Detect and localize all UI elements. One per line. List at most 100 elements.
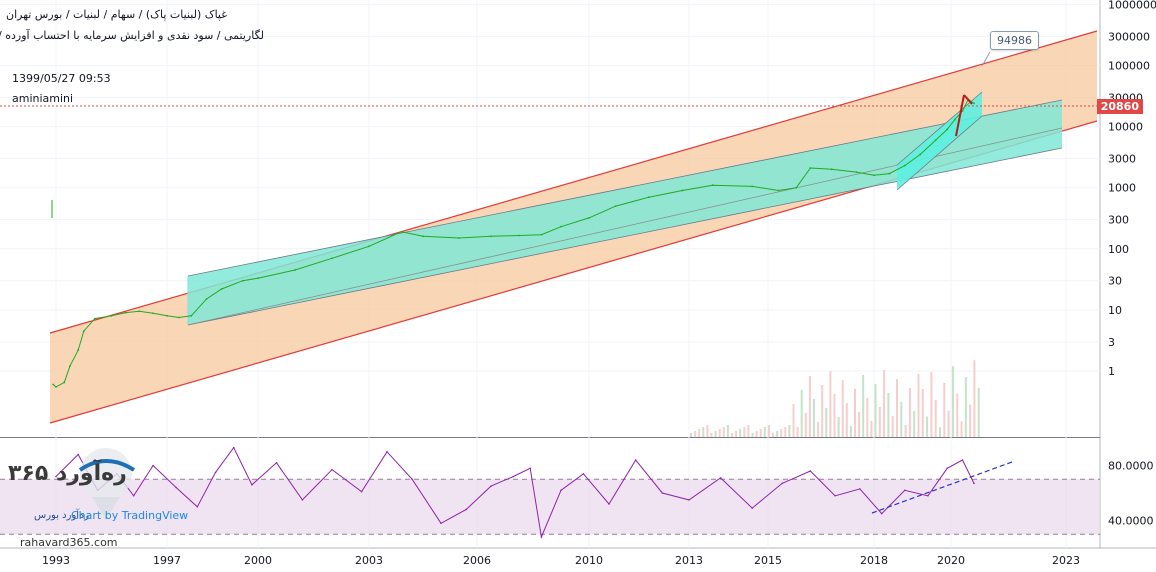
chart-title: غپاک (لبنیات پاک) / سهام / لبنیات / بورس… — [6, 8, 227, 21]
price-point — [82, 330, 85, 332]
price-point — [540, 233, 543, 236]
rsi-point — [411, 478, 414, 481]
volume-bar — [943, 383, 946, 437]
volume-bar — [854, 389, 856, 437]
volume-bar — [821, 385, 824, 437]
price-axis-label: 3000 — [1108, 153, 1136, 166]
volume-bar — [800, 390, 803, 437]
price-point — [953, 118, 956, 121]
volume-bar — [808, 376, 811, 437]
volume-bar — [698, 429, 701, 437]
price-point — [873, 174, 875, 177]
volume-bar — [767, 425, 770, 437]
rsi-point — [465, 508, 468, 511]
volume-bar — [913, 411, 916, 437]
time-axis-label: 2000 — [244, 554, 272, 567]
time-axis-label: 2023 — [1052, 554, 1080, 567]
rsi-point — [214, 471, 217, 474]
time-axis-label: 2020 — [937, 554, 965, 567]
price-point — [93, 317, 96, 320]
volume-bar — [763, 427, 766, 437]
rsi-point — [751, 507, 753, 509]
volume-bar — [825, 408, 828, 437]
price-axis-label: 10 — [1108, 304, 1122, 317]
time-axis-label: 1997 — [153, 554, 181, 567]
volume-bar — [858, 412, 861, 437]
price-point — [257, 277, 259, 280]
volume-bar — [702, 427, 705, 437]
rsi-point — [582, 472, 585, 475]
volume-bar — [833, 394, 836, 437]
price-point — [518, 234, 520, 237]
price-point — [614, 205, 617, 207]
chart-author: aminiamini — [12, 92, 74, 105]
volume-bar — [977, 387, 980, 437]
chart-subtitle: لگاریتمی / سود نقدی و افزایش سرمایه با ا… — [0, 29, 264, 42]
volume-bar — [866, 398, 869, 437]
price-point — [241, 279, 244, 282]
rsi-point — [152, 464, 154, 467]
price-point — [52, 383, 55, 386]
time-axis-label: 2006 — [463, 554, 491, 567]
volume-bar — [973, 360, 976, 437]
volume-bar — [743, 427, 746, 437]
price-point — [830, 168, 833, 171]
price-point — [368, 245, 370, 248]
rsi-axis-label: 40.0000 — [1108, 515, 1154, 528]
volume-bar — [813, 399, 815, 437]
volume-bar — [849, 426, 852, 437]
price-axis-label: 3 — [1108, 336, 1115, 349]
price-point — [400, 230, 403, 233]
volume-bar — [939, 427, 941, 437]
rsi-point — [77, 453, 79, 456]
volume-bar — [776, 431, 779, 437]
rsi-point — [904, 489, 906, 492]
price-point — [458, 237, 460, 239]
tradingview-credit: Chart by TradingView — [71, 509, 189, 522]
price-point — [55, 385, 57, 388]
price-axis-label: 300 — [1108, 214, 1129, 227]
volume-bar — [870, 421, 873, 437]
volume-bar — [896, 379, 898, 437]
price-axis-label: 1000 — [1108, 182, 1136, 195]
price-point — [220, 288, 223, 290]
price-point — [560, 225, 562, 228]
volume-bar — [722, 427, 725, 437]
price-axis-label: 300000 — [1108, 30, 1150, 43]
price-point — [205, 298, 208, 301]
price-point — [946, 128, 949, 131]
volume-bar — [878, 407, 881, 437]
price-point — [190, 314, 193, 317]
rsi-point — [608, 503, 610, 505]
rsi-point — [175, 486, 177, 489]
rsi-point — [946, 467, 948, 470]
volume-bar — [784, 427, 787, 437]
volume-bar — [837, 417, 840, 437]
price-point — [110, 314, 113, 317]
rsi-point — [360, 490, 363, 493]
price-point — [777, 189, 780, 192]
volume-bar — [792, 404, 795, 437]
rsi-point — [512, 475, 515, 478]
volume-bar — [960, 421, 963, 437]
price-point — [63, 381, 66, 384]
volume-bar — [947, 410, 950, 437]
volume-bar — [926, 416, 929, 437]
volume-bar — [845, 403, 848, 437]
price-point — [422, 235, 424, 238]
volume-bar — [956, 393, 959, 437]
rsi-point — [560, 489, 562, 492]
price-point — [855, 171, 858, 174]
rsi-point — [634, 459, 637, 461]
volume-bar — [917, 374, 920, 437]
rsi-point — [781, 482, 783, 485]
chart-datetime: 1399/05/27 09:53 — [12, 72, 111, 85]
rsi-point — [880, 512, 883, 515]
target-price-callout: 94986 — [990, 31, 1039, 50]
volume-bar — [796, 427, 799, 437]
price-axis-label: 10000 — [1108, 121, 1143, 134]
price-point — [152, 312, 155, 315]
volume-bar — [969, 404, 972, 437]
price-point — [888, 172, 891, 175]
watermark-site: rahavard365.com — [20, 536, 118, 549]
